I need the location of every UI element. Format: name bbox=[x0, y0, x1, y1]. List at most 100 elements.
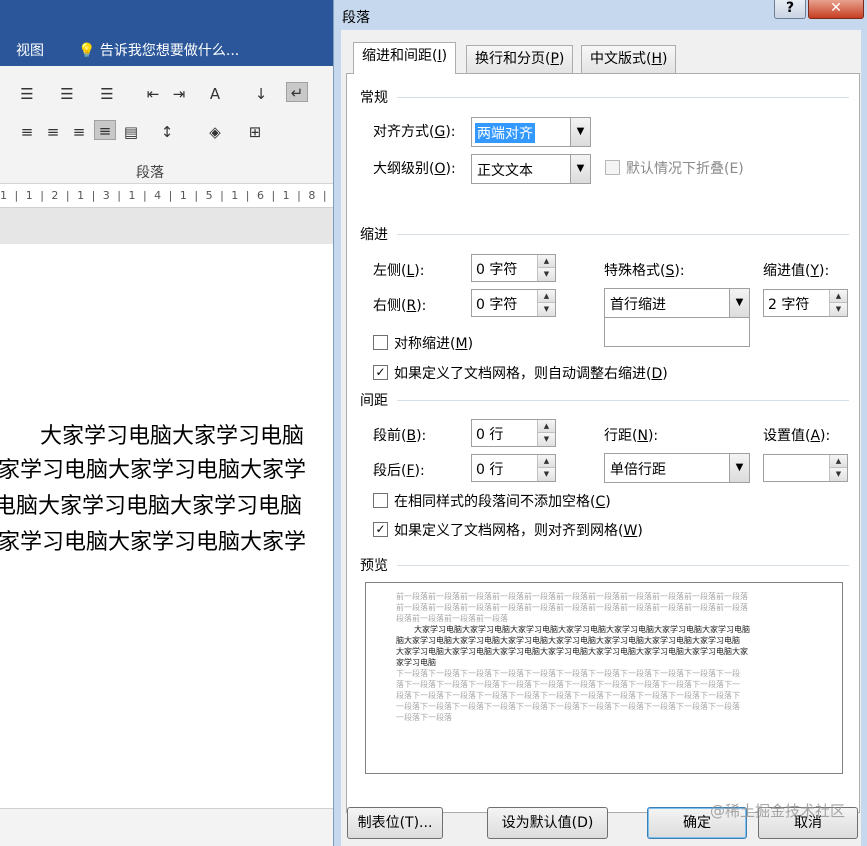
indent-right-spinner[interactable]: 0 字符 ▲ ▼ bbox=[471, 289, 556, 317]
spin-down-icon[interactable]: ▼ bbox=[538, 268, 555, 281]
close-button[interactable]: ✕ bbox=[808, 0, 864, 19]
indent-by-spinner[interactable]: 2 字符 ▲ ▼ bbox=[763, 289, 848, 317]
space-before-label: 段前(B): bbox=[373, 428, 427, 444]
tab-indents-spacing[interactable]: 缩进和间距(I) bbox=[353, 42, 457, 74]
ribbon-tab-bar: 视图 💡 告诉我您想要做什么... bbox=[0, 0, 340, 66]
tab-label-tail: ) bbox=[662, 51, 668, 67]
increase-indent-icon[interactable]: ⇥ bbox=[168, 84, 190, 104]
spin-up-icon[interactable]: ▲ bbox=[538, 290, 555, 303]
help-button[interactable]: ? bbox=[774, 0, 806, 19]
line-spacing-select[interactable]: 单倍行距 ▼ bbox=[604, 453, 750, 483]
group-label-paragraph: 段落 bbox=[136, 165, 164, 181]
tabs-button[interactable]: 制表位(T)... bbox=[347, 807, 443, 839]
space-before-value: 0 行 bbox=[476, 427, 504, 443]
ruler-ticks: 1 | 1 | 2 | 1 | 3 | 1 | 4 | 1 | 5 | 1 | … bbox=[0, 189, 340, 202]
doc-line: 电脑大家学习电脑大家学习电脑 bbox=[0, 494, 303, 519]
tab-label: 缩进和间距( bbox=[362, 48, 438, 64]
spin-up-icon[interactable]: ▲ bbox=[538, 420, 555, 433]
auto-right-indent-checkbox[interactable]: ✓ bbox=[373, 365, 388, 380]
spin-up-icon[interactable]: ▲ bbox=[538, 255, 555, 268]
auto-right-indent-label: 如果定义了文档网格，则自动调整右缩进(D) bbox=[394, 366, 668, 382]
no-space-same-style-label: 在相同样式的段落间不添加空格(C) bbox=[394, 494, 611, 510]
indent-right-value: 0 字符 bbox=[476, 297, 518, 313]
align-right-icon[interactable]: ≡ bbox=[68, 122, 90, 142]
preview-prev-line: 前一段落前一段落前一段落前一段落前一段落前一段落前一段落前一段落前一段落前一段落… bbox=[396, 592, 748, 601]
spin-down-icon[interactable]: ▼ bbox=[538, 303, 555, 316]
ruler: 1 | 1 | 2 | 1 | 3 | 1 | 4 | 1 | 5 | 1 | … bbox=[0, 184, 340, 208]
line-spacing-at-label: 设置值(A): bbox=[763, 428, 831, 444]
chevron-down-icon[interactable]: ▼ bbox=[729, 454, 749, 482]
numbering-icon[interactable]: ☰ bbox=[56, 84, 78, 104]
indent-left-spinner[interactable]: 0 字符 ▲ ▼ bbox=[471, 254, 556, 282]
line-spacing-icon[interactable]: ↕ bbox=[156, 122, 178, 142]
status-bar bbox=[0, 808, 340, 846]
tab-asian-typography[interactable]: 中文版式(H) bbox=[581, 45, 677, 73]
spin-down-icon[interactable]: ▼ bbox=[538, 468, 555, 481]
show-marks-icon[interactable]: ↵ bbox=[286, 82, 308, 102]
distributed-icon[interactable]: ▤ bbox=[120, 122, 142, 142]
shading-icon[interactable]: ◈ bbox=[204, 122, 226, 142]
preview-sample-line: 脑大家学习电脑大家学习电脑大家学习电脑大家学习电脑大家学习电脑大家学习电脑大家学… bbox=[396, 636, 740, 645]
snap-to-grid-checkbox[interactable]: ✓ bbox=[373, 522, 388, 537]
spin-down-icon[interactable]: ▼ bbox=[538, 433, 555, 446]
bullets-icon[interactable]: ☰ bbox=[16, 84, 38, 104]
sort-icon[interactable]: ↓ bbox=[250, 84, 272, 104]
spin-down-icon[interactable]: ▼ bbox=[830, 468, 847, 481]
outline-level-label: 大纲级别(O): bbox=[373, 161, 456, 177]
borders-icon[interactable]: ⊞ bbox=[244, 122, 266, 142]
tab-label: 中文版式( bbox=[590, 51, 652, 67]
set-default-button[interactable]: 设为默认值(D) bbox=[487, 807, 608, 839]
tab-line-page-breaks[interactable]: 换行和分页(P) bbox=[466, 45, 574, 73]
chevron-down-icon[interactable]: ▼ bbox=[570, 118, 590, 146]
tell-me-box[interactable]: 💡 告诉我您想要做什么... bbox=[78, 40, 239, 60]
alignment-select[interactable]: 两端对齐 ▼ bbox=[471, 117, 591, 147]
decrease-indent-icon[interactable]: ⇤ bbox=[142, 84, 164, 104]
line-spacing-at-spinner[interactable]: ▲ ▼ bbox=[763, 454, 848, 482]
indent-by-label: 缩进值(Y): bbox=[763, 263, 830, 279]
indent-right-label: 右侧(R): bbox=[373, 298, 427, 314]
indent-by-value: 2 字符 bbox=[768, 297, 810, 313]
preview-next-line: 一段落下一段落下一段落下一段落下一段落下一段落下一段落下一段落下一段落下一段落下… bbox=[396, 702, 740, 711]
space-after-spinner[interactable]: 0 行 ▲ ▼ bbox=[471, 454, 556, 482]
section-divider bbox=[397, 400, 849, 401]
alignment-label: 对齐方式(G): bbox=[373, 124, 456, 140]
tell-me-text: 告诉我您想要做什么... bbox=[99, 43, 240, 59]
special-indent-select[interactable] bbox=[604, 317, 750, 347]
mirror-indents-label: 对称缩进(M) bbox=[394, 336, 474, 352]
indent-left-value: 0 字符 bbox=[476, 262, 518, 278]
lightbulb-icon: 💡 bbox=[78, 43, 96, 59]
doc-line: 家学习电脑大家学习电脑大家学 bbox=[0, 458, 307, 483]
preview-prev-line: 前一段落前一段落前一段落前一段落前一段落前一段落前一段落前一段落前一段落前一段落… bbox=[396, 603, 748, 612]
align-left-icon[interactable]: ≡ bbox=[16, 122, 38, 142]
justify-icon[interactable]: ≡ bbox=[94, 120, 116, 140]
chevron-down-icon[interactable]: ▼ bbox=[570, 155, 590, 183]
preview-prev-line: 段落前一段落前一段落前一段落 bbox=[396, 614, 508, 623]
collapse-default-label: 默认情况下折叠(E) bbox=[626, 161, 744, 177]
preview-box: 前一段落前一段落前一段落前一段落前一段落前一段落前一段落前一段落前一段落前一段落… bbox=[365, 582, 843, 774]
chevron-down-icon[interactable]: ▼ bbox=[729, 289, 749, 317]
spin-up-icon[interactable]: ▲ bbox=[538, 455, 555, 468]
multilevel-list-icon[interactable]: ☰ bbox=[96, 84, 118, 104]
spin-down-icon[interactable]: ▼ bbox=[830, 303, 847, 316]
outline-level-select[interactable]: 正文文本 ▼ bbox=[471, 154, 591, 184]
asian-layout-icon[interactable]: A bbox=[204, 84, 226, 104]
watermark: @稀土掘金技术社区 bbox=[709, 802, 845, 820]
alignment-value: 两端对齐 bbox=[475, 123, 535, 143]
space-before-spinner[interactable]: 0 行 ▲ ▼ bbox=[471, 419, 556, 447]
align-center-icon[interactable]: ≡ bbox=[42, 122, 64, 142]
special-indent-label: 特殊格式(S): bbox=[604, 263, 685, 279]
spin-up-icon[interactable]: ▲ bbox=[830, 455, 847, 468]
special-indent-value: 首行缩进 bbox=[610, 297, 666, 313]
collapse-default-checkbox[interactable] bbox=[605, 160, 620, 175]
line-spacing-value: 单倍行距 bbox=[610, 462, 666, 478]
special-indent-select-box[interactable]: 首行缩进 ▼ bbox=[604, 288, 750, 318]
tab-label-tail: ) bbox=[441, 48, 448, 64]
preview-sample-line: 家学习电脑 bbox=[396, 658, 436, 667]
no-space-same-style-checkbox[interactable] bbox=[373, 493, 388, 508]
document-page[interactable]: 大家学习电脑大家学习电脑 家学习电脑大家学习电脑大家学 电脑大家学习电脑大家学习… bbox=[0, 244, 340, 808]
spin-up-icon[interactable]: ▲ bbox=[830, 290, 847, 303]
preview-next-line: 一段落下一段落 bbox=[396, 713, 452, 722]
tab-view[interactable]: 视图 bbox=[16, 40, 44, 60]
mirror-indents-checkbox[interactable] bbox=[373, 335, 388, 350]
section-spacing: 间距 bbox=[360, 393, 388, 409]
